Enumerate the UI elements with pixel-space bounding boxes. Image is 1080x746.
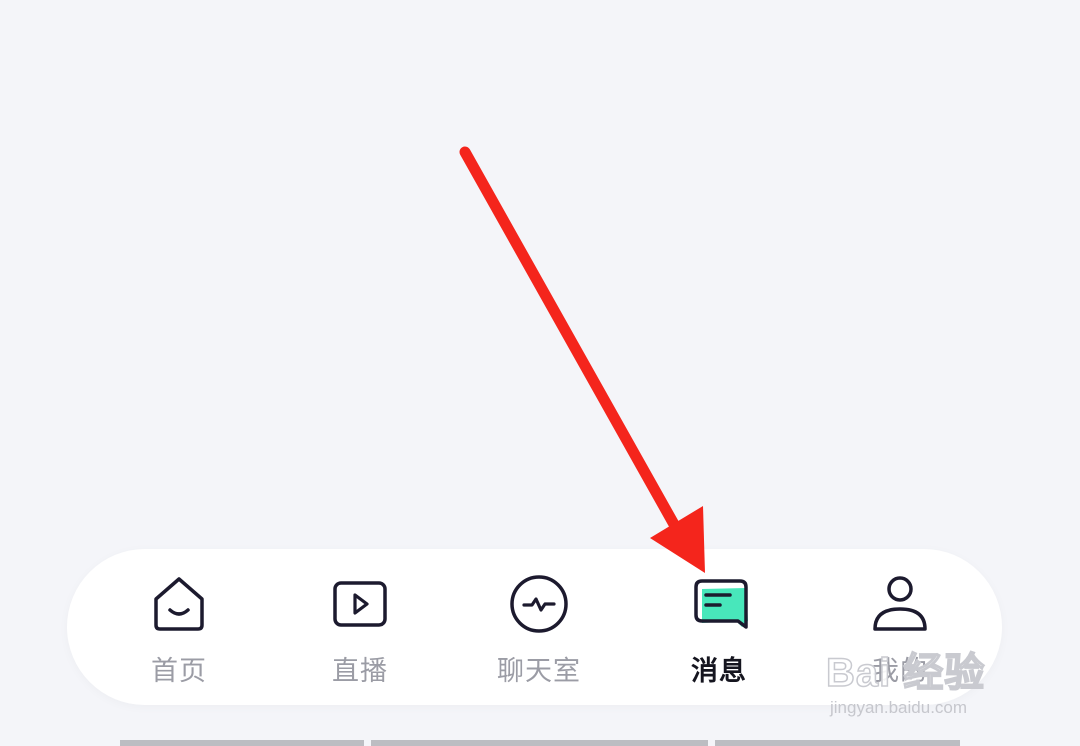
tab-chatroom[interactable]: 聊天室 [449,549,629,705]
bottom-bar-segment [715,740,960,746]
tab-messages[interactable]: 消息 [629,549,809,705]
pulse-icon [508,573,570,635]
message-icon [688,573,750,635]
tab-label: 消息 [691,656,747,687]
tab-label: 我的 [872,656,928,687]
user-icon [869,573,931,635]
bottom-tab-bar: 首页 直播 聊天室 消息 我的 [67,549,1002,705]
tab-home[interactable]: 首页 [89,549,269,705]
play-icon [329,573,391,635]
bottom-edge-bars [120,740,960,746]
tab-live[interactable]: 直播 [270,549,450,705]
bottom-bar-segment [371,740,708,746]
tab-label: 聊天室 [497,656,581,687]
home-icon [148,573,210,635]
tab-label: 首页 [151,656,207,687]
bottom-bar-segment [120,740,364,746]
tab-me[interactable]: 我的 [810,549,990,705]
tab-label: 直播 [332,656,388,687]
